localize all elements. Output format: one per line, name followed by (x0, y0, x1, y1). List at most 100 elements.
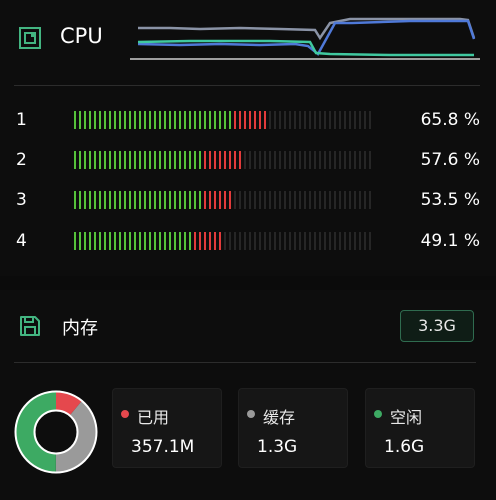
bar-segment (144, 111, 146, 129)
bar-segment (294, 151, 296, 169)
bar-segment (329, 111, 331, 129)
cpu-title: CPU (60, 24, 103, 48)
bar-segment (259, 111, 261, 129)
bar-segment (164, 151, 166, 169)
bar-segment (299, 191, 301, 209)
bar-segment (274, 191, 276, 209)
bar-segment (169, 232, 171, 250)
used-dot (121, 410, 129, 418)
core-row-1: 1 65.8 % (0, 108, 496, 132)
bar-segment (154, 111, 156, 129)
bar-segment (164, 111, 166, 129)
bar-segment (354, 191, 356, 209)
bar-segment (304, 111, 306, 129)
bar-segment (209, 191, 211, 209)
bar-segment (94, 111, 96, 129)
bar-segment (284, 191, 286, 209)
bar-segment (154, 151, 156, 169)
bar-segment (119, 151, 121, 169)
bar-segment (179, 191, 181, 209)
bar-segment (349, 111, 351, 129)
bar-segment (314, 191, 316, 209)
bar-segment (264, 232, 266, 250)
bar-segment (94, 151, 96, 169)
bar-segment (239, 232, 241, 250)
bar-segment (119, 191, 121, 209)
bar-segment (239, 151, 241, 169)
bar-segment (184, 111, 186, 129)
bar-segment (114, 232, 116, 250)
core-label: 1 (16, 110, 27, 130)
bar-segment (364, 191, 366, 209)
bar-segment (114, 151, 116, 169)
bar-segment (139, 191, 141, 209)
bar-segment (84, 111, 86, 129)
bar-segment (129, 111, 131, 129)
bar-segment (199, 191, 201, 209)
bar-segment (339, 151, 341, 169)
bar-segment (234, 151, 236, 169)
bar-segment (309, 191, 311, 209)
bar-segment (114, 111, 116, 129)
bar-segment (244, 151, 246, 169)
bar-segment (279, 111, 281, 129)
bar-segment (349, 232, 351, 250)
bar-segment (94, 191, 96, 209)
bar-segment (284, 111, 286, 129)
memory-cache-card: 缓存 1.3G (238, 388, 348, 468)
bar-segment (174, 151, 176, 169)
cache-label: 缓存 (263, 408, 296, 427)
core-usage-value: 65.8 % (420, 110, 480, 130)
core-usage-value: 57.6 % (420, 150, 480, 170)
bar-segment (294, 232, 296, 250)
bar-segment (289, 232, 291, 250)
bar-segment (319, 232, 321, 250)
bar-segment (154, 191, 156, 209)
bar-segment (349, 191, 351, 209)
bar-segment (189, 191, 191, 209)
bar-segment (79, 111, 81, 129)
bar-segment (204, 232, 206, 250)
core-label: 4 (16, 231, 27, 251)
cpu-divider (14, 85, 480, 86)
bar-segment (239, 191, 241, 209)
bar-segment (179, 232, 181, 250)
bar-segment (134, 111, 136, 129)
bar-segment (279, 191, 281, 209)
bar-segment (349, 151, 351, 169)
bar-segment (264, 111, 266, 129)
bar-segment (184, 151, 186, 169)
bar-segment (149, 232, 151, 250)
bar-segment (104, 232, 106, 250)
bar-segment (314, 111, 316, 129)
cpu-usage-sparkline (130, 17, 480, 60)
memory-free-card: 空闲 1.6G (365, 388, 475, 468)
donut-inner-ring (33, 409, 79, 455)
core-usage-bar (74, 151, 374, 169)
bar-segment (279, 151, 281, 169)
bar-segment (359, 151, 361, 169)
free-dot (374, 410, 382, 418)
bar-segment (334, 151, 336, 169)
bar-segment (234, 191, 236, 209)
free-value: 1.6G (384, 437, 425, 457)
bar-segment (304, 232, 306, 250)
bar-segment (89, 151, 91, 169)
bar-segment (104, 111, 106, 129)
bar-segment (139, 232, 141, 250)
bar-segment (134, 232, 136, 250)
bar-segment (149, 151, 151, 169)
bar-segment (219, 232, 221, 250)
bar-segment (354, 232, 356, 250)
bar-segment (114, 191, 116, 209)
bar-segment (219, 151, 221, 169)
bar-segment (224, 191, 226, 209)
memory-used-card: 已用 357.1M (112, 388, 222, 468)
used-value: 357.1M (131, 437, 195, 457)
bar-segment (174, 111, 176, 129)
bar-segment (304, 151, 306, 169)
bar-segment (79, 232, 81, 250)
bar-segment (369, 232, 371, 250)
cache-dot (247, 410, 255, 418)
bar-segment (329, 151, 331, 169)
